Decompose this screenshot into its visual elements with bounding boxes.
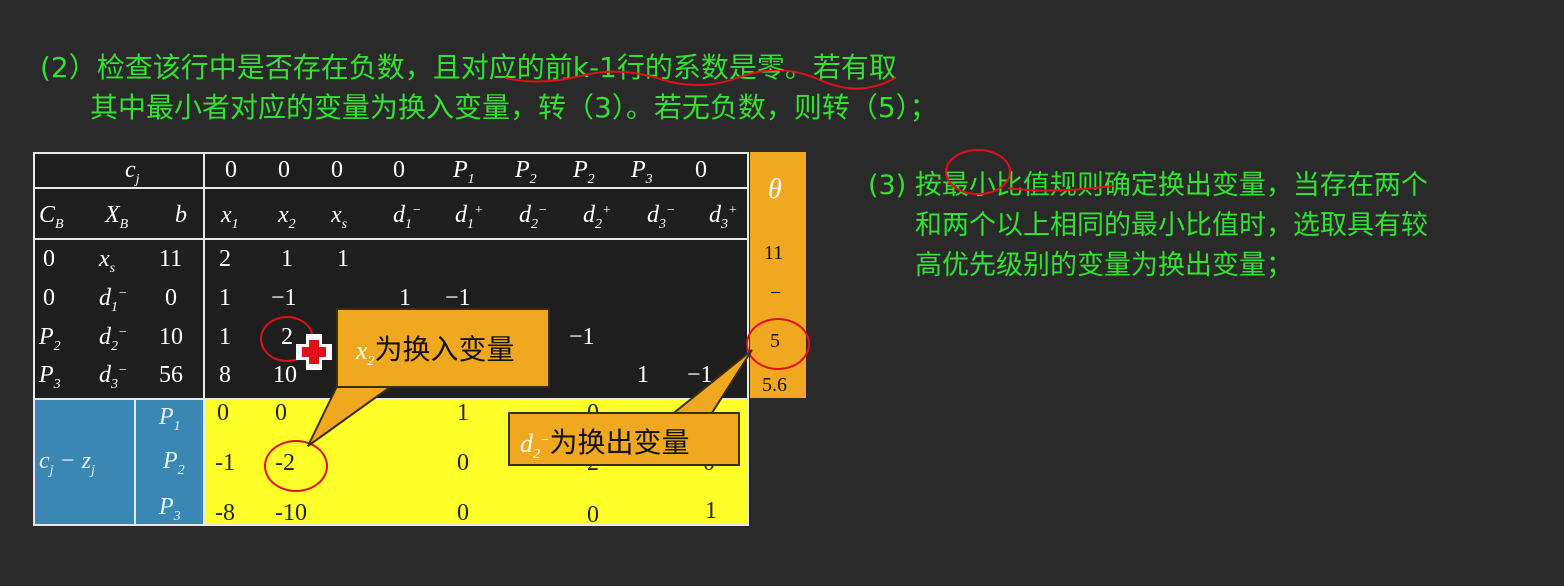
var-d1-minus: d1−	[393, 202, 422, 232]
cz-p3-v5: 0	[457, 500, 469, 526]
cj-d1-plus: P1	[453, 157, 475, 187]
theta-header: θ	[768, 174, 782, 205]
enter-callout-text: 为换入变量	[374, 333, 515, 366]
enter-var-symbol: x2	[356, 336, 375, 369]
step-3-line-3: 高优先级别的变量为换出变量；	[915, 250, 1293, 281]
row1-v1: 2	[219, 246, 231, 272]
cz-p2-label: P2	[163, 448, 185, 478]
var-d1-plus: d1+	[455, 202, 484, 232]
row2-b: 0	[165, 285, 177, 311]
cj-d1-minus: 0	[393, 157, 405, 183]
cj-d3-plus: 0	[695, 157, 707, 183]
cz-p1-v5: 1	[457, 400, 469, 426]
cj-x2: 0	[278, 157, 290, 183]
row3-cb: P2	[39, 324, 61, 354]
row2-cb: 0	[43, 285, 55, 311]
row1-xb: xs	[99, 246, 116, 276]
cursor-marker-icon	[296, 334, 332, 370]
cz-p3-v9: 1	[705, 498, 717, 524]
red-underline-annotation	[504, 70, 896, 90]
row2-xb: d1−	[99, 285, 128, 315]
cj-label: cj	[125, 157, 140, 187]
row4-v1: 8	[219, 362, 231, 388]
row2-v2: −1	[271, 285, 297, 311]
var-d3-minus: d3−	[647, 202, 676, 232]
row4-cb: P3	[39, 362, 61, 392]
cj-zj-label: cj − zj	[39, 448, 95, 478]
row1-v2: 1	[281, 246, 293, 272]
cz-p2-v1: -1	[215, 450, 235, 476]
cz-p1-v1: 0	[217, 400, 229, 426]
theta-row-2: −	[770, 282, 782, 304]
step-2-line-2: 其中最小者对应的变量为换入变量，转（3）。若无负数，则转（5）；	[90, 91, 938, 124]
row3-xb: d2−	[99, 324, 128, 354]
var-d2-plus: d2+	[583, 202, 612, 232]
cz-p3-v7: 0	[587, 502, 599, 528]
cz-p2-v5: 0	[457, 450, 469, 476]
var-d3-plus: d3+	[709, 202, 738, 232]
enter-variable-callout: x2为换入变量	[336, 308, 550, 388]
row3-b: 10	[159, 324, 183, 350]
leave-callout-text: 为换出变量	[549, 426, 690, 459]
cj-d2-plus: P2	[573, 157, 595, 187]
cz-p1-v2: 0	[275, 400, 287, 426]
var-x2: x2	[278, 202, 296, 232]
row4-xb: d3−	[99, 362, 128, 392]
cz-p3-v2: -10	[275, 500, 307, 526]
cj-x1: 0	[225, 157, 237, 183]
red-circle-annotation	[945, 149, 1114, 195]
var-x1: x1	[221, 202, 239, 232]
enter-callout-pointer	[307, 380, 402, 447]
header-cb: CB	[39, 202, 64, 232]
leave-variable-callout: d2−为换出变量	[508, 412, 740, 466]
row1-cb: 0	[43, 246, 55, 272]
row3-v1: 1	[219, 324, 231, 350]
header-xb: XB	[105, 202, 129, 232]
var-xs: xs	[331, 202, 348, 232]
cz-p1-label: P1	[159, 404, 181, 434]
row3-v7: −1	[569, 324, 595, 350]
row4-v8: 1	[637, 362, 649, 388]
cz-p3-label: P3	[159, 494, 181, 524]
var-d2-minus: d2−	[519, 202, 548, 232]
step-3-line-2: 和两个以上相同的最小比值时，选取具有较	[915, 210, 1428, 241]
header-b: b	[175, 202, 187, 228]
cj-d3-minus: P3	[631, 157, 653, 187]
leave-var-symbol: d2−	[520, 429, 550, 462]
row1-v3: 1	[337, 246, 349, 272]
row2-v1: 1	[219, 285, 231, 311]
cj-d2-minus: P2	[515, 157, 537, 187]
row1-b: 11	[159, 246, 183, 272]
cz-p3-v1: -8	[215, 500, 235, 526]
cj-xs: 0	[331, 157, 343, 183]
row4-b: 56	[159, 362, 183, 388]
theta-row-1: 11	[764, 242, 784, 264]
